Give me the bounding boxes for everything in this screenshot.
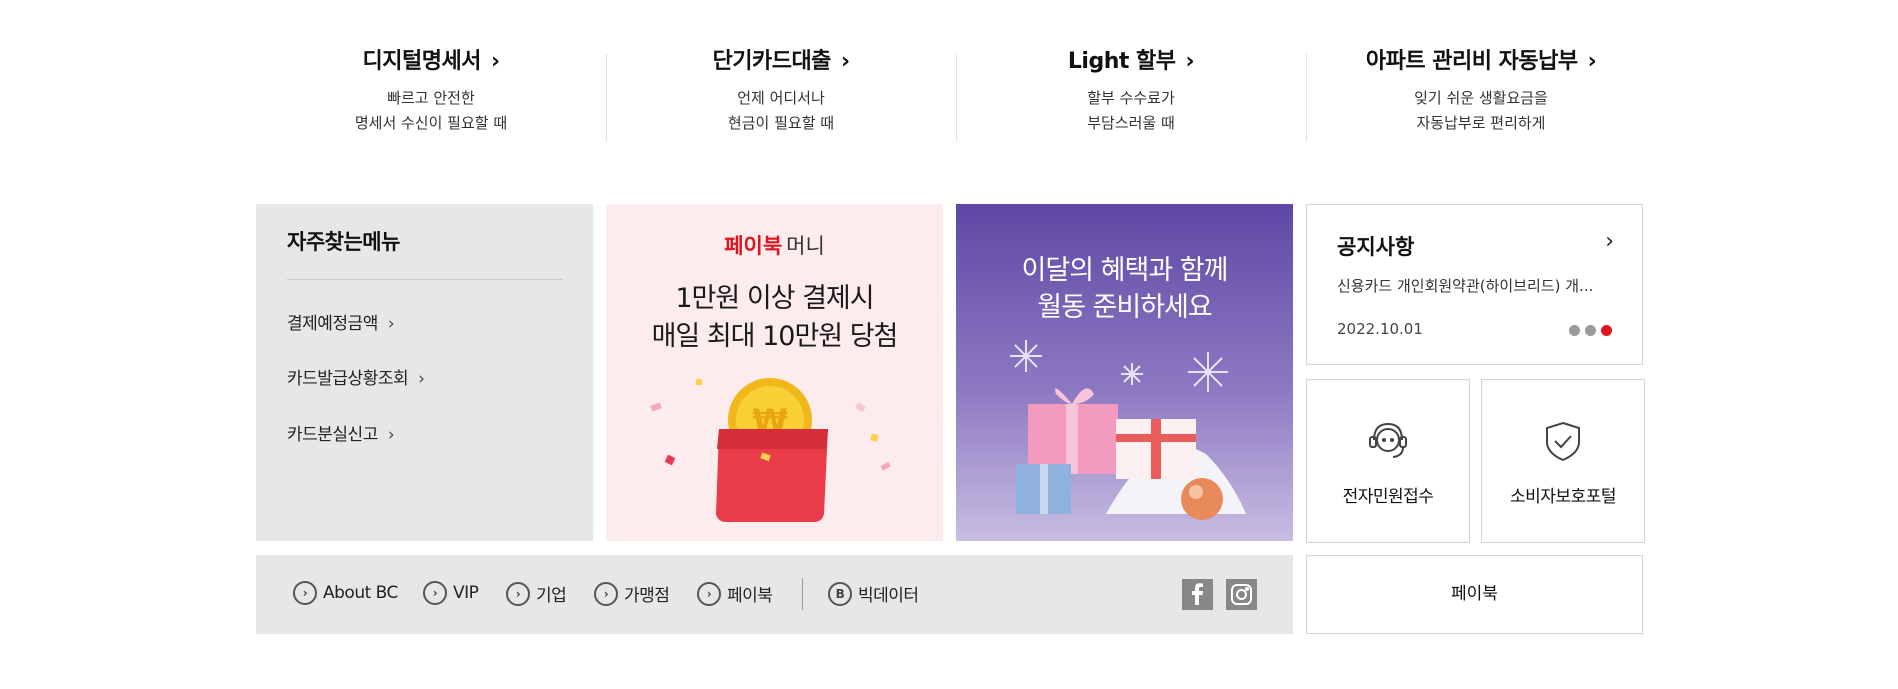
menu-item-card-issue-status[interactable]: 카드발급상황조회 › xyxy=(287,364,425,389)
service-desc: 현금이 필요할 때 xyxy=(727,114,835,132)
facebook-icon[interactable] xyxy=(1182,579,1213,610)
paybook-button[interactable]: 페이북 xyxy=(1306,555,1643,634)
frequent-menu-title: 자주찾는메뉴 xyxy=(287,230,400,254)
carousel-dot[interactable] xyxy=(1585,325,1596,336)
menu-item-payment-due[interactable]: 결제예정금액 › xyxy=(287,309,395,334)
gift-box-coin-illustration: ₩ xyxy=(650,378,891,522)
link-label: VIP xyxy=(453,583,479,603)
link-label: 가맹점 xyxy=(624,586,670,606)
carousel-dot-active[interactable] xyxy=(1601,325,1612,336)
chevron-right-icon: › xyxy=(387,425,395,445)
chevron-right-icon[interactable]: › xyxy=(1605,229,1614,254)
b-circle-icon: B xyxy=(828,581,852,606)
divider xyxy=(802,578,803,610)
service-title: 아파트 관리비 자동납부 xyxy=(1365,49,1578,74)
divider xyxy=(287,279,562,280)
service-title: 디지털명세서 xyxy=(362,49,481,74)
link-merchant[interactable]: › 가맹점 xyxy=(594,581,670,606)
chevron-right-icon: › xyxy=(1587,49,1597,74)
chevron-circle-icon: › xyxy=(697,581,721,606)
consumer-protection-button[interactable]: 소비자보호포털 xyxy=(1481,379,1645,543)
frequent-menu: 자주찾는메뉴 결제예정금액 › 카드발급상황조회 › 카드분실신고 › xyxy=(256,204,593,541)
chevron-right-icon: › xyxy=(1185,49,1195,74)
notice-date: 2022.10.01 xyxy=(1337,320,1423,338)
footer-link-bar: › About BC › VIP › 기업 › 가맹점 › 페이북 B 빅데이터 xyxy=(256,555,1293,634)
menu-item-label: 카드발급상황조회 xyxy=(287,369,409,389)
menu-item-card-lost-report[interactable]: 카드분실신고 › xyxy=(287,420,395,445)
service-short-loan[interactable]: 단기카드대출 › 언제 어디서나현금이 필요할 때 xyxy=(606,46,956,146)
service-desc: 빠르고 안전한 xyxy=(387,89,475,107)
link-paybook[interactable]: › 페이북 xyxy=(697,581,773,606)
link-label: 페이북 xyxy=(727,586,773,606)
e-complaint-button[interactable]: 전자민원접수 xyxy=(1306,379,1470,543)
quick-label: 소비자보호포털 xyxy=(1510,487,1616,507)
carousel-dot[interactable] xyxy=(1569,325,1580,336)
notice-panel[interactable]: 공지사항 › 신용카드 개인회원약관(하이브리드) 개... 2022.10.0… xyxy=(1306,204,1643,365)
link-label: About BC xyxy=(323,583,398,603)
winter-benefit-banner[interactable]: 이달의 혜택과 함께 월동 준비하세요 xyxy=(956,204,1293,541)
headset-icon xyxy=(1369,422,1407,458)
service-desc: 언제 어디서나 xyxy=(737,89,825,107)
chevron-circle-icon: › xyxy=(293,581,317,605)
service-apartment-autopay[interactable]: 아파트 관리비 자동납부 › 잊기 쉬운 생활요금을자동납부로 편리하게 xyxy=(1306,46,1656,146)
service-title: 단기카드대출 xyxy=(712,49,831,74)
link-label: 기업 xyxy=(536,586,567,606)
chevron-right-icon: › xyxy=(490,49,500,74)
chevron-right-icon: › xyxy=(387,314,395,334)
shield-check-icon xyxy=(1546,421,1580,462)
service-desc: 잊기 쉬운 생활요금을 xyxy=(1414,89,1548,107)
quick-label: 전자민원접수 xyxy=(1342,487,1434,507)
chevron-circle-icon: › xyxy=(506,581,530,606)
notice-item-link[interactable]: 신용카드 개인회원약관(하이브리드) 개... xyxy=(1337,275,1593,296)
link-corporate[interactable]: › 기업 xyxy=(506,581,567,606)
service-light-installment[interactable]: Light 할부 › 할부 수수료가부담스러울 때 xyxy=(956,46,1306,146)
link-label: 빅데이터 xyxy=(858,586,919,606)
instagram-icon[interactable] xyxy=(1226,579,1257,610)
chevron-circle-icon: › xyxy=(594,581,618,606)
service-desc: 자동납부로 편리하게 xyxy=(1416,114,1546,132)
service-desc: 부담스러울 때 xyxy=(1087,114,1175,132)
service-desc: 할부 수수료가 xyxy=(1087,89,1175,107)
notice-title: 공지사항 xyxy=(1337,235,1415,259)
menu-item-label: 카드분실신고 xyxy=(287,425,378,445)
link-about-bc[interactable]: › About BC xyxy=(293,581,398,605)
paybook-money-banner[interactable]: 페이북 머니 1만원 이상 결제시 매일 최대 10만원 당첨 ₩ xyxy=(606,204,943,541)
chevron-right-icon: › xyxy=(840,49,850,74)
chevron-circle-icon: › xyxy=(423,581,447,605)
service-desc: 명세서 수신이 필요할 때 xyxy=(354,114,508,132)
link-vip[interactable]: › VIP xyxy=(423,581,479,605)
menu-item-label: 결제예정금액 xyxy=(287,314,378,334)
gift-snow-illustration xyxy=(1010,340,1246,520)
chevron-right-icon: › xyxy=(418,369,425,389)
service-digital-statement[interactable]: 디지털명세서 › 빠르고 안전한명세서 수신이 필요할 때 xyxy=(256,46,606,146)
link-bigdata[interactable]: B 빅데이터 xyxy=(828,581,919,606)
service-title: Light 할부 xyxy=(1067,49,1176,74)
